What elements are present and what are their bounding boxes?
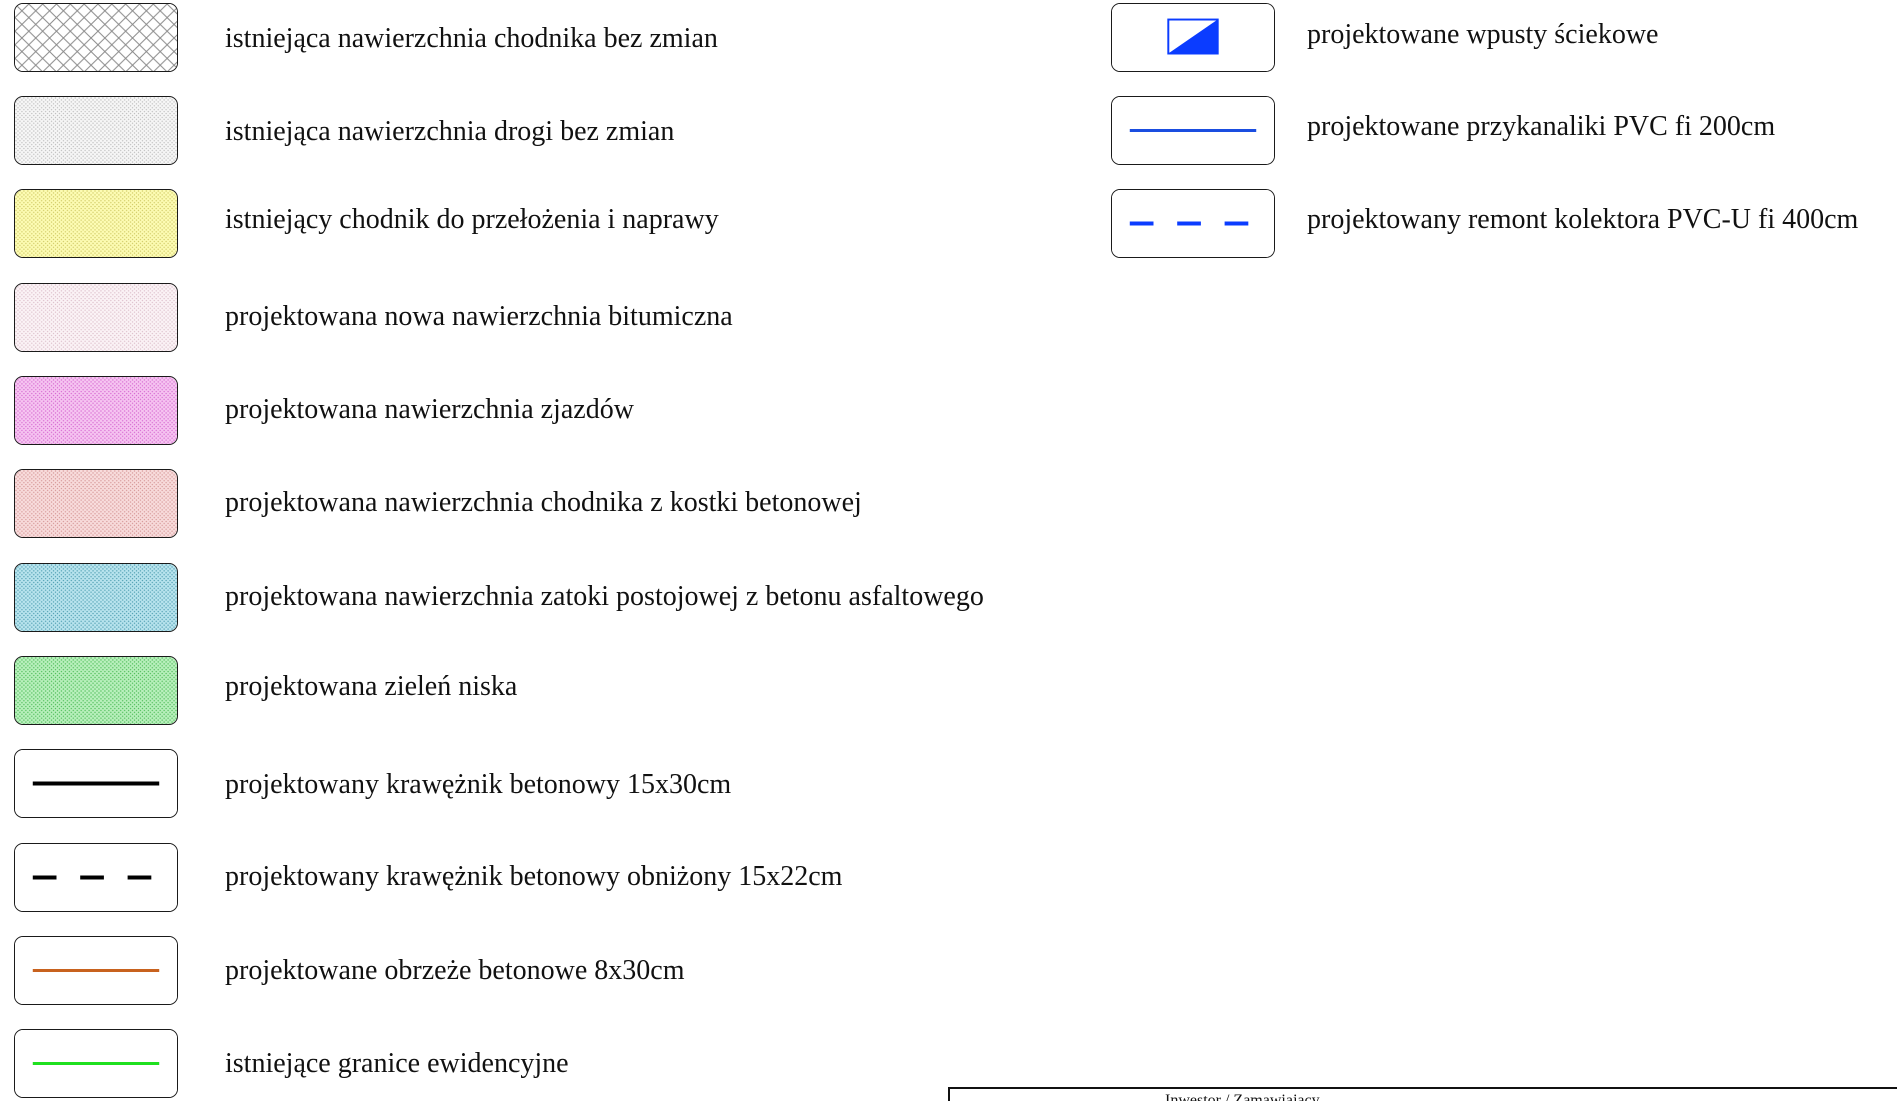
legend-label-collector: projektowany remont kolektora PVC-U fi 4… [1307, 204, 1859, 235]
legend-label-new-bitumen: projektowana nowa nawierzchnia bitumiczn… [225, 301, 733, 332]
legend-swatch-boundaries [14, 1029, 178, 1098]
legend-label-edging: projektowane obrzeże betonowe 8x30cm [225, 955, 685, 986]
legend-swatch-edging [14, 936, 178, 1005]
title-block: Inwestor / Zamawiający [948, 1087, 1897, 1101]
legend-swatch-driveways [14, 376, 178, 445]
legend-label-driveways: projektowana nawierzchnia zjazdów [225, 394, 634, 425]
legend-label-curb: projektowany krawężnik betonowy 15x30cm [225, 769, 732, 800]
legend-label-parking-bay: projektowana nawierzchnia zatoki postojo… [225, 581, 984, 612]
legend-label-connections: projektowane przykanaliki PVC fi 200cm [1307, 111, 1776, 142]
legend-sheet: istniejąca nawierzchnia chodnika bez zmi… [0, 0, 1897, 1101]
legend-swatch-curb [14, 749, 178, 818]
legend-swatch-parking-bay [14, 563, 178, 632]
legend-label-existing-road: istniejąca nawierzchnia drogi bez zmian [225, 116, 675, 147]
legend-swatch-existing-road [14, 96, 178, 165]
legend-swatch-paver-sidewalk [14, 469, 178, 538]
legend-label-gully-inlets: projektowane wpusty ściekowe [1307, 19, 1659, 50]
legend-label-sidewalk-relay: istniejący chodnik do przełożenia i napr… [225, 204, 719, 235]
legend-swatch-lowered-curb [14, 843, 178, 912]
legend-swatch-connections [1111, 96, 1275, 165]
legend-label-boundaries: istniejące granice ewidencyjne [225, 1048, 569, 1079]
legend-swatch-low-greenery [14, 656, 178, 725]
legend-label-existing-sidewalk: istniejąca nawierzchnia chodnika bez zmi… [225, 23, 718, 54]
legend-swatch-gully-inlets [1111, 3, 1275, 72]
legend-label-lowered-curb: projektowany krawężnik betonowy obniżony… [225, 861, 843, 892]
legend-swatch-sidewalk-relay [14, 189, 178, 258]
legend-swatch-collector [1111, 189, 1275, 258]
legend-label-low-greenery: projektowana zieleń niska [225, 671, 518, 702]
legend-label-paver-sidewalk: projektowana nawierzchnia chodnika z kos… [225, 487, 862, 518]
legend-swatch-new-bitumen [14, 283, 178, 352]
legend-swatch-existing-sidewalk [14, 3, 178, 72]
title-block-caption: Inwestor / Zamawiający [1165, 1092, 1320, 1101]
